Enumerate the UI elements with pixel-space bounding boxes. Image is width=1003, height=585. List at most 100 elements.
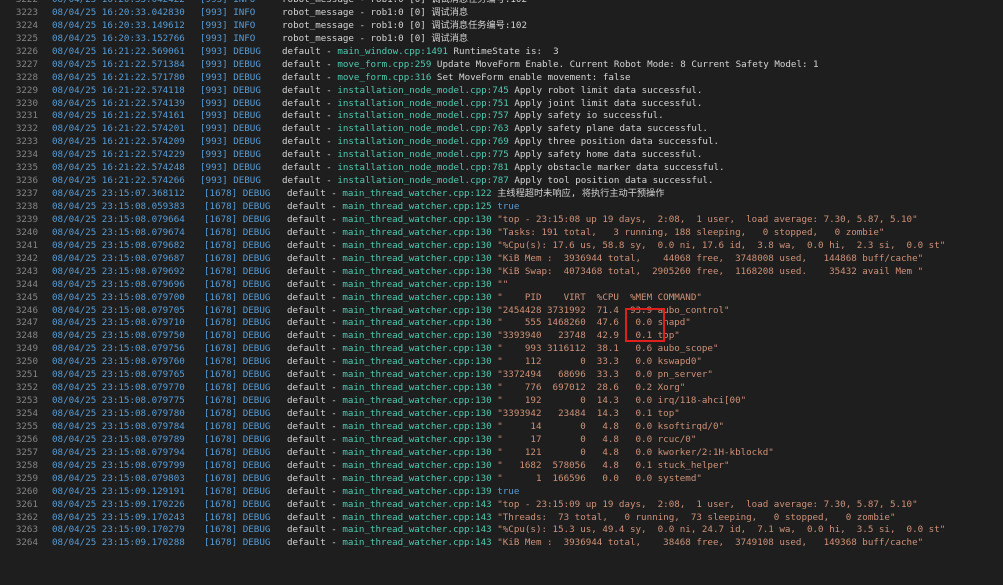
source-location: main_thread_watcher.cpp:139 <box>342 485 492 497</box>
message-text: "Threads: 73 total, 0 running, 73 sleepi… <box>491 511 896 523</box>
message-text: true <box>491 485 520 497</box>
log-level: [993] INFO <box>200 0 255 7</box>
line-number: 3249 <box>15 343 38 355</box>
log-level: [993] DEBUG <box>200 175 261 187</box>
source-location: main_thread_watcher.cpp:130 <box>342 459 492 471</box>
log-message: default - main_thread_watcher.cpp:143 "T… <box>287 512 895 525</box>
line-number: 3238 <box>15 201 38 212</box>
log-level: [1678] DEBUG <box>204 395 271 407</box>
logger-prefix: default - <box>282 175 338 187</box>
log-line: 3256 08/04/25 23:15:08.079789 [1678] DEBUG… <box>0 434 1003 447</box>
logger-prefix: default - <box>287 291 343 303</box>
logger-prefix: default - <box>282 162 338 174</box>
timestamp: 08/04/25 23:15:09.129191 <box>52 485 185 497</box>
log-level: [1678] DEBUG <box>204 433 271 445</box>
log-level: [1678] DEBUG <box>204 330 271 342</box>
log-message: default - main_thread_watcher.cpp:143 "t… <box>287 499 918 512</box>
log-message: default - installation_node_model.cpp:75… <box>282 110 664 123</box>
log-level: [993] INFO <box>200 32 256 44</box>
timestamp: 08/04/25 16:21:22.569061 <box>52 45 185 57</box>
logger-prefix: default - <box>287 537 343 549</box>
logger-prefix: default - <box>287 382 343 394</box>
logger-prefix: default - <box>287 317 343 329</box>
timestamp: 08/04/25 23:15:08.079784 <box>52 420 185 432</box>
line-number: 3236 <box>15 175 38 187</box>
log-level: [1678] DEBUG <box>204 252 271 264</box>
timestamp: 08/04/25 23:15:08.079682 <box>52 239 185 251</box>
message-text: Apply safety io successful. <box>508 110 664 122</box>
log-line: 3254 08/04/25 23:15:08.079780 [1678] DEBUG… <box>0 408 1003 421</box>
source-location: main_window.cpp:1491 <box>337 45 448 57</box>
logger-prefix: default - <box>282 58 338 70</box>
log-message: default - move_form.cpp:316 Set MoveForm… <box>282 72 631 85</box>
logger-prefix: default - <box>282 110 338 122</box>
log-level: [1678] DEBUG <box>204 485 271 497</box>
log-line: 3238 08/04/25 23:15:08.059383 [1678] DEBUG… <box>0 201 1003 214</box>
line-number: 3253 <box>15 395 38 407</box>
logger-prefix: default - <box>287 213 343 225</box>
log-level: [1678] DEBUG <box>204 472 271 484</box>
log-level: [1678] DEBUG <box>204 213 271 225</box>
message-text: Update MoveForm Enable. Current Robot Mo… <box>431 58 819 70</box>
line-number: 3262 <box>15 511 38 523</box>
timestamp: 08/04/25 16:20:33.149612 <box>52 19 185 31</box>
source-location: main_thread_watcher.cpp:143 <box>342 524 492 536</box>
log-message: default - main_thread_watcher.cpp:130 "T… <box>287 227 884 240</box>
log-line: 3259 08/04/25 23:15:08.079803 [1678] DEBUG… <box>0 473 1003 486</box>
log-line: 3222 08/04/25 16:20:33.042422 [993] INFO ro… <box>0 0 1003 7</box>
timestamp: 08/04/25 16:21:22.571780 <box>52 71 185 83</box>
line-number: 3263 <box>15 524 38 536</box>
line-number: 3228 <box>15 71 38 83</box>
message-text: " PID VIRT %CPU %MEM COMMAND" <box>491 291 702 303</box>
log-message: default - main_thread_watcher.cpp:130 " … <box>287 460 730 473</box>
message-text: "%Cpu(s): 15.3 us, 49.4 sy, 0.0 ni, 24.7… <box>491 524 946 536</box>
timestamp: 08/04/25 23:15:08.079674 <box>52 226 185 238</box>
log-message: default - main_thread_watcher.cpp:130 "3… <box>287 369 713 382</box>
message-text: " 192 0 14.3 0.0 irq/118-ahci[00" <box>491 395 747 407</box>
line-number: 3258 <box>15 459 38 471</box>
timestamp: 08/04/25 16:20:33.152766 <box>52 32 185 44</box>
message-text: "KiB Mem : 3936944 total, 44068 free, 37… <box>491 252 924 264</box>
log-line: 3261 08/04/25 23:15:09.170226 [1678] DEBUG… <box>0 499 1003 512</box>
logger-prefix: default - <box>287 343 343 355</box>
logger-prefix: default - <box>287 472 343 484</box>
message-text: " 112 0 33.3 0.0 kswapd0" <box>491 356 702 368</box>
message-text: "" <box>491 278 509 290</box>
line-number: 3247 <box>15 317 38 329</box>
log-level: [993] INFO <box>200 6 256 18</box>
source-location: installation_node_model.cpp:751 <box>337 97 509 109</box>
message-text: "Tasks: 191 total, 3 running, 188 sleepi… <box>491 226 885 238</box>
line-number: 3241 <box>15 239 38 251</box>
log-line: 3245 08/04/25 23:15:08.079700 [1678] DEBUG… <box>0 292 1003 305</box>
message-text: "3372494 68696 33.3 0.0 pn_server" <box>491 369 713 381</box>
message-text: Apply safety home data successful. <box>508 149 703 161</box>
line-number: 3250 <box>15 356 38 368</box>
log-level: [1678] DEBUG <box>204 537 271 549</box>
logger-prefix: default - <box>287 356 343 368</box>
line-number: 3255 <box>15 420 38 432</box>
message-text: " 993 3116112 38.1 0.6 aubo_scope" <box>491 343 719 355</box>
log-message: default - main_thread_watcher.cpp:139 tr… <box>287 486 519 499</box>
line-number: 3229 <box>15 84 38 96</box>
line-number: 3242 <box>15 252 38 264</box>
line-number: 3233 <box>15 136 38 148</box>
logger-prefix: default - <box>287 252 343 264</box>
log-message: default - main_thread_watcher.cpp:130 " … <box>287 421 724 434</box>
timestamp: 08/04/25 23:15:08.079756 <box>52 343 185 355</box>
log-line: 3250 08/04/25 23:15:08.079760 [1678] DEBUG… <box>0 356 1003 369</box>
log-level: [1678] DEBUG <box>204 498 271 510</box>
message-text: "2454428 3731992 71.4 93.9 aubo_control" <box>491 304 730 316</box>
logger-prefix: default - <box>287 498 343 510</box>
timestamp: 08/04/25 23:15:08.079705 <box>52 304 185 316</box>
logger-prefix: default - <box>282 149 338 161</box>
log-message: default - main_thread_watcher.cpp:130 "t… <box>287 214 918 227</box>
log-message: default - main_thread_watcher.cpp:130 " … <box>287 292 702 305</box>
timestamp: 08/04/25 23:15:08.079789 <box>52 433 185 445</box>
logger-prefix: robot_message - rob1:0 [0] <box>282 0 431 5</box>
log-viewer: { "highlight_color": "#e0201c", "lines":… <box>0 0 1003 585</box>
line-number: 3261 <box>15 498 38 510</box>
logger-prefix: default - <box>282 136 338 148</box>
log-message: default - main_thread_watcher.cpp:130 " … <box>287 356 702 369</box>
log-line: 3229 08/04/25 16:21:22.574118 [993] DEBUG d… <box>0 85 1003 98</box>
line-number: 3244 <box>15 278 38 290</box>
